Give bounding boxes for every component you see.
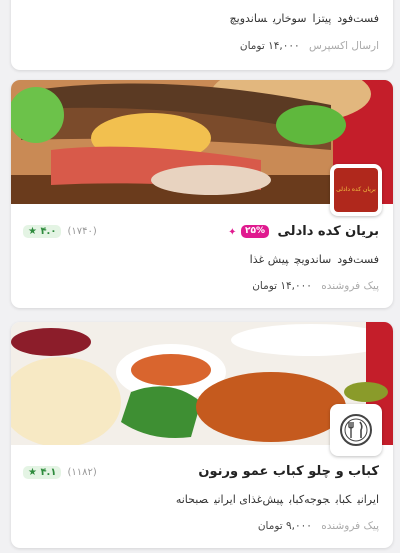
tag: کباب: [335, 493, 352, 506]
tag: ساندویچ: [229, 12, 268, 25]
sparkle-icon: ✦: [228, 227, 237, 238]
tag: فست‌فود: [337, 12, 379, 25]
cutlery-icon: [340, 414, 372, 446]
rating-score: ★ ۴.۰: [23, 225, 62, 238]
rating-count: (۱۱۸۲): [67, 467, 97, 478]
tag: سوخاری: [273, 12, 307, 25]
restaurant-card[interactable]: کباب و چلو کباب عمو ورنون ★ ۴.۱ (۱۱۸۲) ا…: [11, 322, 393, 548]
restaurant-card[interactable]: بریان کده دادلی بریان کده دادلی ۲۵% ✦ ★ …: [11, 80, 393, 308]
rating-count: (۱۷۴۰): [67, 226, 97, 237]
rating: ★ ۴.۱ (۱۱۸۲): [23, 466, 97, 479]
restaurant-logo: بریان کده دادلی: [330, 164, 382, 216]
rating-score: ★ ۴.۱: [23, 466, 62, 479]
delivery-info: پیک فروشنده ۱۴,۰۰۰ تومان: [23, 280, 379, 292]
rating: ★ ۴.۰ (۱۷۴۰): [23, 225, 97, 238]
tag: پیش غذا: [249, 253, 289, 266]
restaurant-logo: [330, 404, 382, 456]
tag: فست‌فود: [337, 253, 379, 266]
discount-badge: ۲۵%: [240, 225, 269, 238]
restaurant-card[interactable]: فست‌فود پیتزا سوخاری ساندویچ ارسال اکسپرس ۱…: [11, 0, 393, 70]
star-icon: ★: [28, 226, 37, 237]
cuisine-tags: فست‌فود ساندویچ پیش غذا: [23, 253, 379, 266]
tag: پیش‌غذای ایرانی: [214, 493, 284, 506]
delivery-info: ارسال اکسپرس ۱۴,۰۰۰ تومان: [23, 40, 379, 52]
delivery-info: پیک فروشنده ۹,۰۰۰ تومان: [23, 520, 379, 532]
delivery-type: ارسال اکسپرس: [308, 40, 379, 52]
delivery-type: پیک فروشنده: [321, 520, 379, 532]
tag: ایرانی: [357, 493, 379, 506]
delivery-price: ۹,۰۰۰ تومان: [257, 520, 312, 532]
logo-text: بریان کده دادلی: [336, 186, 376, 193]
cuisine-tags: ایرانی کباب جوجه‌کباب پیش‌غذای ایرانی صبحانه: [23, 493, 379, 506]
tag: ساندویچ: [294, 253, 332, 266]
tag: صبحانه: [175, 493, 209, 506]
delivery-price: ۱۴,۰۰۰ تومان: [252, 280, 312, 292]
tag: پیتزا: [312, 12, 332, 25]
cuisine-tags: فست‌فود پیتزا سوخاری ساندویچ: [23, 12, 379, 25]
delivery-type: پیک فروشنده: [321, 280, 379, 292]
delivery-price: ۱۴,۰۰۰ تومان: [239, 40, 300, 52]
tag: جوجه‌کباب: [289, 493, 330, 506]
star-icon: ★: [28, 467, 37, 478]
